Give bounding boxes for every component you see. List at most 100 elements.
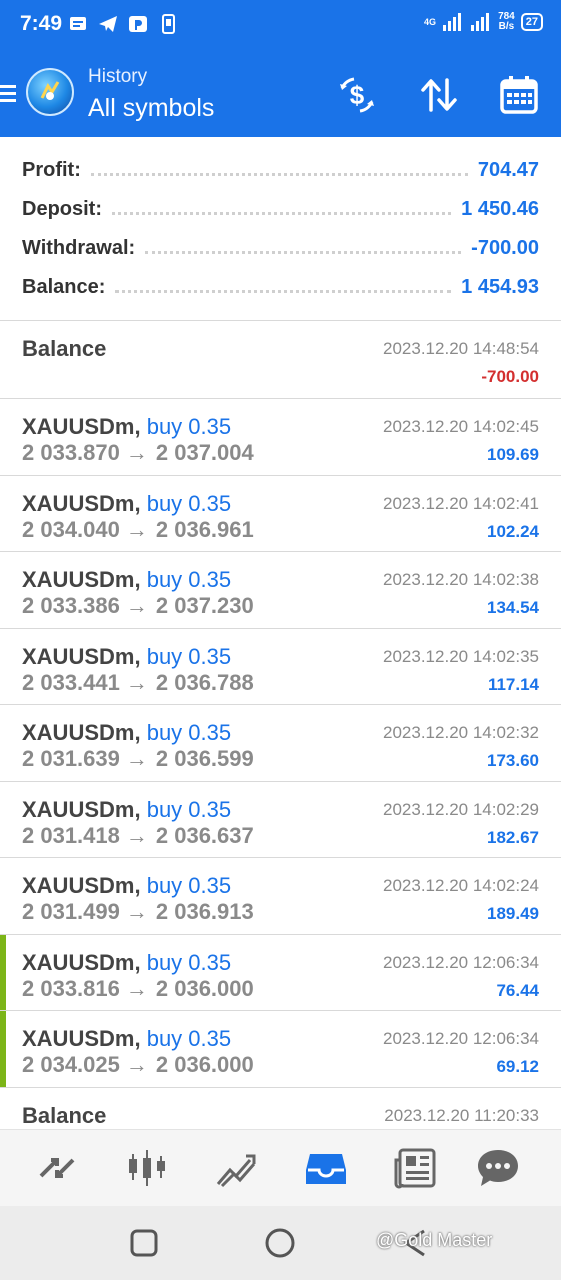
trade-icon[interactable]: [214, 1146, 258, 1190]
deal-row[interactable]: XAUUSDm, buy 0.35 2 033.386 → 2 037.230 20…: [0, 552, 561, 629]
calendar-icon[interactable]: [498, 74, 540, 116]
arrow-icon: →: [125, 823, 148, 848]
close-price: 2 036.913: [155, 899, 254, 924]
deal-side: buy 0.35: [146, 414, 232, 439]
open-price: 2 033.816: [22, 976, 120, 1001]
balance-operation-row[interactable]: Balance 2023.12.20 11:20:33: [0, 1088, 561, 1129]
deal-datetime: 2023.12.20 14:02:35: [383, 647, 539, 666]
battery-indicator: 27: [520, 13, 543, 31]
open-price: 2 033.441: [22, 670, 120, 695]
history-list[interactable]: Balance 2023.12.20 14:48:54 -700.00 XAUU…: [0, 321, 561, 1129]
summary-row-profit: Profit: 704.47: [22, 158, 539, 181]
status-bar: 7:49 4G 784 B/s 27: [0, 0, 561, 50]
menu-icon[interactable]: [0, 83, 16, 105]
section-label: History: [88, 66, 148, 87]
deal-datetime: 2023.12.20 14:02:41: [383, 494, 539, 513]
close-price: 2 036.788: [155, 670, 254, 695]
home-icon[interactable]: [263, 1226, 297, 1260]
summary-row-withdrawal: Withdrawal: -700.00: [22, 236, 539, 259]
deal-row[interactable]: XAUUSDm, buy 0.35 2 033.816 → 2 036.000 20…: [0, 935, 561, 1011]
deal-profit: 109.69: [487, 445, 539, 464]
profit-value: 704.47: [477, 158, 539, 181]
deal-side: buy 0.35: [146, 1026, 232, 1051]
system-navigation: @Gold Master: [0, 1206, 561, 1280]
network-type: 4G: [424, 16, 437, 27]
recent-apps-icon[interactable]: [127, 1226, 161, 1260]
deal-datetime: 2023.12.20 14:02:29: [383, 800, 539, 819]
deal-symbol: XAUUSDm,: [22, 1026, 141, 1051]
arrow-icon: →: [125, 899, 148, 924]
deal-profit: 117.14: [487, 675, 539, 694]
deal-side: buy 0.35: [146, 644, 232, 669]
deal-datetime: 2023.12.20 12:06:34: [383, 1029, 539, 1048]
open-price: 2 031.499: [22, 899, 120, 924]
arrow-icon: →: [125, 746, 148, 771]
network-speed: 784 B/s: [498, 11, 515, 32]
withdrawal-value: -700.00: [471, 236, 539, 259]
deposit-value: 1 450.46: [461, 197, 539, 220]
open-price: 2 033.870: [22, 440, 120, 465]
deal-symbol: XAUUSDm,: [22, 414, 141, 439]
balance-operation-row[interactable]: Balance 2023.12.20 14:48:54 -700.00: [0, 321, 561, 399]
operation-datetime: 2023.12.20 14:48:54: [383, 339, 539, 358]
deal-side: buy 0.35: [146, 797, 232, 822]
deal-symbol: XAUUSDm,: [22, 873, 141, 898]
chat-icon[interactable]: [476, 1146, 520, 1190]
history-icon[interactable]: [304, 1146, 348, 1190]
arrow-icon: →: [125, 1052, 148, 1077]
take-profit-marker: [0, 1011, 6, 1087]
deal-row[interactable]: XAUUSDm, buy 0.35 2 031.499 → 2 036.913 20…: [0, 858, 561, 935]
quotes-icon[interactable]: [35, 1146, 79, 1190]
deal-symbol: XAUUSDm,: [22, 797, 141, 822]
arrow-icon: →: [125, 976, 148, 1001]
arrow-icon: →: [125, 593, 148, 618]
deal-datetime: 2023.12.20 14:02:38: [383, 570, 539, 589]
deal-row[interactable]: XAUUSDm, buy 0.35 2 031.639 → 2 036.599 20…: [0, 705, 561, 782]
close-price: 2 036.000: [155, 976, 254, 1001]
close-price: 2 036.961: [155, 517, 254, 542]
deal-profit: 173.60: [487, 751, 539, 770]
deal-row[interactable]: XAUUSDm, buy 0.35 2 034.040 → 2 036.961 20…: [0, 476, 561, 552]
chart-icon[interactable]: [125, 1146, 169, 1190]
deal-profit: 102.24: [487, 522, 539, 541]
page-title[interactable]: All symbols: [88, 94, 214, 123]
top-bar: 7:49 4G 784 B/s 27 History All symbols $: [0, 0, 561, 137]
deal-symbol: XAUUSDm,: [22, 950, 141, 975]
deal-datetime: 2023.12.20 14:02:24: [383, 876, 539, 895]
svg-text:$: $: [350, 80, 365, 110]
open-price: 2 033.386: [22, 593, 120, 618]
deal-symbol: XAUUSDm,: [22, 491, 141, 516]
deal-side: buy 0.35: [146, 567, 232, 592]
phone-icon: [162, 14, 175, 34]
dollar-exchange-icon[interactable]: $: [336, 74, 378, 116]
deal-profit: 134.54: [487, 598, 539, 617]
close-price: 2 036.637: [155, 823, 254, 848]
deal-row[interactable]: XAUUSDm, buy 0.35 2 033.441 → 2 036.788 20…: [0, 629, 561, 705]
deal-profit: 182.67: [487, 828, 539, 847]
signal-icon: [443, 13, 462, 31]
operation-datetime: 2023.12.20 11:20:33: [384, 1106, 539, 1125]
deal-symbol: XAUUSDm,: [22, 567, 141, 592]
deal-datetime: 2023.12.20 14:02:45: [383, 417, 539, 436]
open-price: 2 034.025: [22, 1052, 120, 1077]
status-time: 7:49: [20, 12, 63, 35]
deal-profit: 189.49: [487, 904, 539, 923]
app-logo: [26, 68, 74, 116]
deal-row[interactable]: XAUUSDm, buy 0.35 2 031.418 → 2 036.637 20…: [0, 782, 561, 858]
deal-row[interactable]: XAUUSDm, buy 0.35 2 034.025 → 2 036.000 20…: [0, 1011, 561, 1088]
open-price: 2 031.418: [22, 823, 120, 848]
news-icon[interactable]: [394, 1146, 438, 1190]
deal-datetime: 2023.12.20 14:02:32: [383, 723, 539, 742]
sort-icon[interactable]: [418, 74, 460, 116]
take-profit-marker: [0, 935, 6, 1010]
signal-icon-2: [471, 13, 490, 31]
arrow-icon: →: [125, 670, 148, 695]
deal-profit: 76.44: [496, 981, 539, 1000]
summary-row-deposit: Deposit: 1 450.46: [22, 197, 539, 220]
history-summary: Profit: 704.47 Deposit: 1 450.46 Withdrawa…: [0, 137, 561, 321]
summary-row-balance: Balance: 1 454.93: [22, 275, 539, 298]
app-bar: History All symbols $: [0, 56, 561, 136]
deal-side: buy 0.35: [146, 491, 232, 516]
close-price: 2 037.004: [155, 440, 254, 465]
deal-row[interactable]: XAUUSDm, buy 0.35 2 033.870 → 2 037.004 20…: [0, 399, 561, 476]
